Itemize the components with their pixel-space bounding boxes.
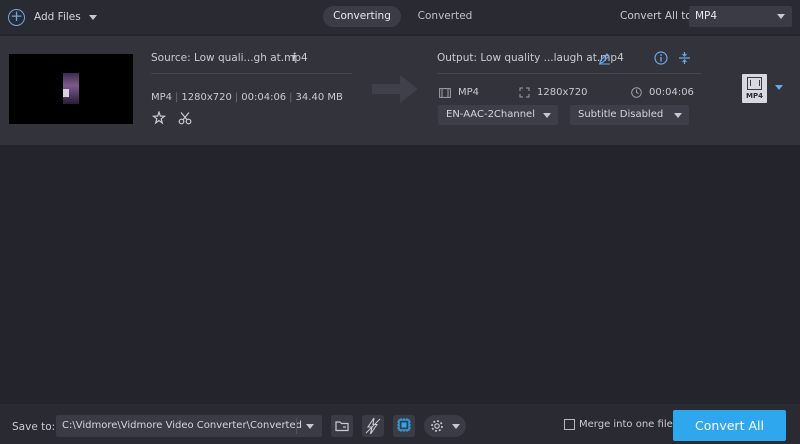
source-filename: Source: Low quali...gh at.mp4: [151, 52, 308, 64]
thumbnail-highlight: [63, 89, 69, 97]
info-icon[interactable]: [654, 51, 668, 65]
convert-all-to-label: Convert All to:: [620, 10, 696, 22]
film-icon: [439, 87, 451, 98]
audio-track-select[interactable]: EN-AAC-2Channel: [438, 105, 558, 125]
convert-all-button[interactable]: Convert All: [673, 410, 786, 441]
source-info-icon[interactable]: i: [292, 51, 296, 64]
gpu-acceleration-button[interactable]: [393, 415, 415, 437]
settings-button[interactable]: [424, 415, 466, 437]
separator: |: [234, 92, 239, 103]
chevron-down-icon: [674, 113, 682, 118]
convert-all-format-select[interactable]: MP4: [689, 6, 792, 27]
gear-icon: [431, 420, 443, 432]
output-duration-spec: 00:04:06: [631, 87, 694, 98]
convert-all-format-value: MP4: [695, 10, 718, 22]
bottom-toolbar: Save to: C:\Vidmore\Vidmore Video Conver…: [0, 404, 800, 444]
save-path-select[interactable]: C:\Vidmore\Vidmore Video Converter\Conve…: [56, 415, 322, 437]
folder-icon: [335, 421, 349, 432]
output-format-spec: MP4: [439, 87, 479, 98]
source-metadata: MP4 | 1280x720 | 00:04:06 | 34.40 MB: [151, 92, 343, 103]
open-folder-button[interactable]: [331, 415, 353, 437]
chevron-down-icon[interactable]: [306, 424, 314, 429]
lightning-off-icon: [365, 417, 381, 435]
video-thumbnail[interactable]: [9, 54, 133, 124]
source-duration: 00:04:06: [241, 92, 287, 103]
output-duration: 00:04:06: [649, 87, 694, 98]
chevron-down-icon[interactable]: [88, 14, 97, 20]
plus-circle-icon: +: [8, 8, 25, 26]
separator: |: [175, 92, 179, 103]
scissors-icon[interactable]: [178, 111, 192, 125]
subtitle-value: Subtitle Disabled: [578, 109, 664, 120]
add-files-label: Add Files: [34, 11, 81, 23]
output-format: MP4: [458, 87, 480, 98]
chevron-down-icon: [543, 113, 551, 118]
source-size: 34.40 MB: [295, 92, 343, 103]
chevron-down-icon: [777, 14, 785, 19]
output-resolution: 1280x720: [537, 87, 588, 98]
convert-arrow-icon: [372, 75, 418, 103]
resize-icon: [519, 87, 530, 98]
save-path-value: C:\Vidmore\Vidmore Video Converter\Conve…: [62, 420, 302, 431]
chevron-down-icon[interactable]: [775, 85, 783, 90]
save-to-label: Save to:: [12, 421, 56, 433]
top-toolbar: + Add Files Converting Converted Convert…: [0, 0, 800, 34]
merge-label: Merge into one file: [579, 419, 673, 430]
clock-icon: [631, 87, 642, 98]
audio-track-value: EN-AAC-2Channel: [446, 109, 535, 120]
merge-into-one-file-checkbox[interactable]: Merge into one file: [564, 419, 673, 430]
divider: [151, 73, 352, 74]
output-filename: Output: Low quality ...laugh at.mp4: [437, 52, 624, 64]
source-resolution: 1280x720: [181, 92, 232, 103]
checkbox-box[interactable]: [564, 419, 575, 430]
output-format-badge[interactable]: MP4: [742, 74, 767, 103]
file-item-card: Source: Low quali...gh at.mp4 i MP4 | 1280…: [0, 36, 800, 145]
pencil-icon[interactable]: [598, 52, 611, 65]
add-files-button[interactable]: + Add Files: [8, 6, 97, 28]
output-resolution-spec: 1280x720: [519, 87, 587, 98]
tab-converted[interactable]: Converted: [408, 6, 482, 27]
film-icon: [747, 77, 762, 90]
hardware-acceleration-button[interactable]: [362, 415, 384, 437]
source-format: MP4: [151, 92, 173, 103]
separator: |: [289, 92, 293, 103]
divider: [437, 73, 701, 74]
divider: [296, 418, 297, 434]
cpu-on-icon: [397, 418, 411, 432]
tab-converting[interactable]: Converting: [323, 6, 401, 27]
magic-wand-icon[interactable]: [152, 111, 166, 125]
chevron-down-icon: [452, 424, 460, 429]
output-format-badge-label: MP4: [746, 92, 763, 100]
compress-icon[interactable]: [678, 51, 691, 65]
subtitle-select[interactable]: Subtitle Disabled: [570, 105, 689, 125]
